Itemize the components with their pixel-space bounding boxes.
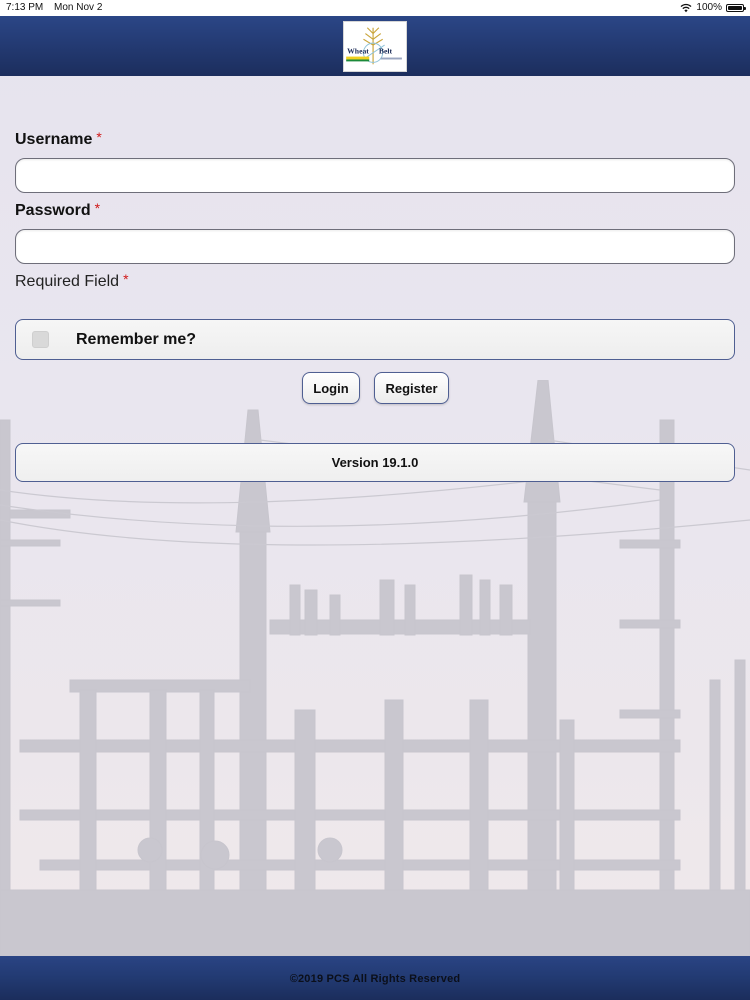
- status-left: 7:13 PM Mon Nov 2: [6, 0, 110, 16]
- status-time: 7:13 PM: [6, 2, 44, 13]
- logo-graphic: Wheat Belt: [344, 22, 406, 71]
- logo-text-belt: Belt: [379, 47, 393, 56]
- wheat-belt-logo: Wheat Belt: [343, 21, 407, 72]
- required-note-star: *: [123, 271, 129, 287]
- wifi-icon: [680, 3, 692, 13]
- username-label-text: Username: [15, 131, 93, 148]
- logo-text-wheat: Wheat: [347, 47, 369, 56]
- remember-me-label: Remember me?: [76, 330, 197, 348]
- password-label: Password *: [15, 200, 101, 220]
- login-button[interactable]: Login: [302, 372, 360, 404]
- remember-me-toggle[interactable]: Remember me?: [15, 319, 735, 360]
- version-text: Version 19.1.0: [331, 455, 419, 470]
- app-header: Wheat Belt: [0, 16, 750, 76]
- status-date: Mon Nov 2: [54, 2, 103, 13]
- required-field-note: Required Field *: [15, 271, 129, 291]
- battery-icon: [726, 4, 746, 12]
- status-right: 100%: [680, 0, 746, 16]
- register-button[interactable]: Register: [374, 372, 449, 404]
- username-input[interactable]: [15, 158, 735, 193]
- password-required-star: *: [94, 200, 101, 216]
- username-label: Username *: [15, 129, 102, 149]
- remember-me-checkbox[interactable]: [32, 331, 49, 348]
- required-note-text: Required Field: [15, 273, 120, 290]
- status-bar: 7:13 PM Mon Nov 2 100%: [0, 0, 750, 16]
- version-info: Version 19.1.0: [15, 443, 735, 482]
- username-required-star: *: [96, 129, 102, 145]
- app-footer: ©2019 PCS All Rights Reserved: [0, 956, 750, 1000]
- battery-percent: 100%: [696, 2, 722, 13]
- password-label-text: Password: [15, 202, 91, 219]
- copyright-text: ©2019 PCS All Rights Reserved: [289, 973, 461, 985]
- password-input[interactable]: [15, 229, 735, 264]
